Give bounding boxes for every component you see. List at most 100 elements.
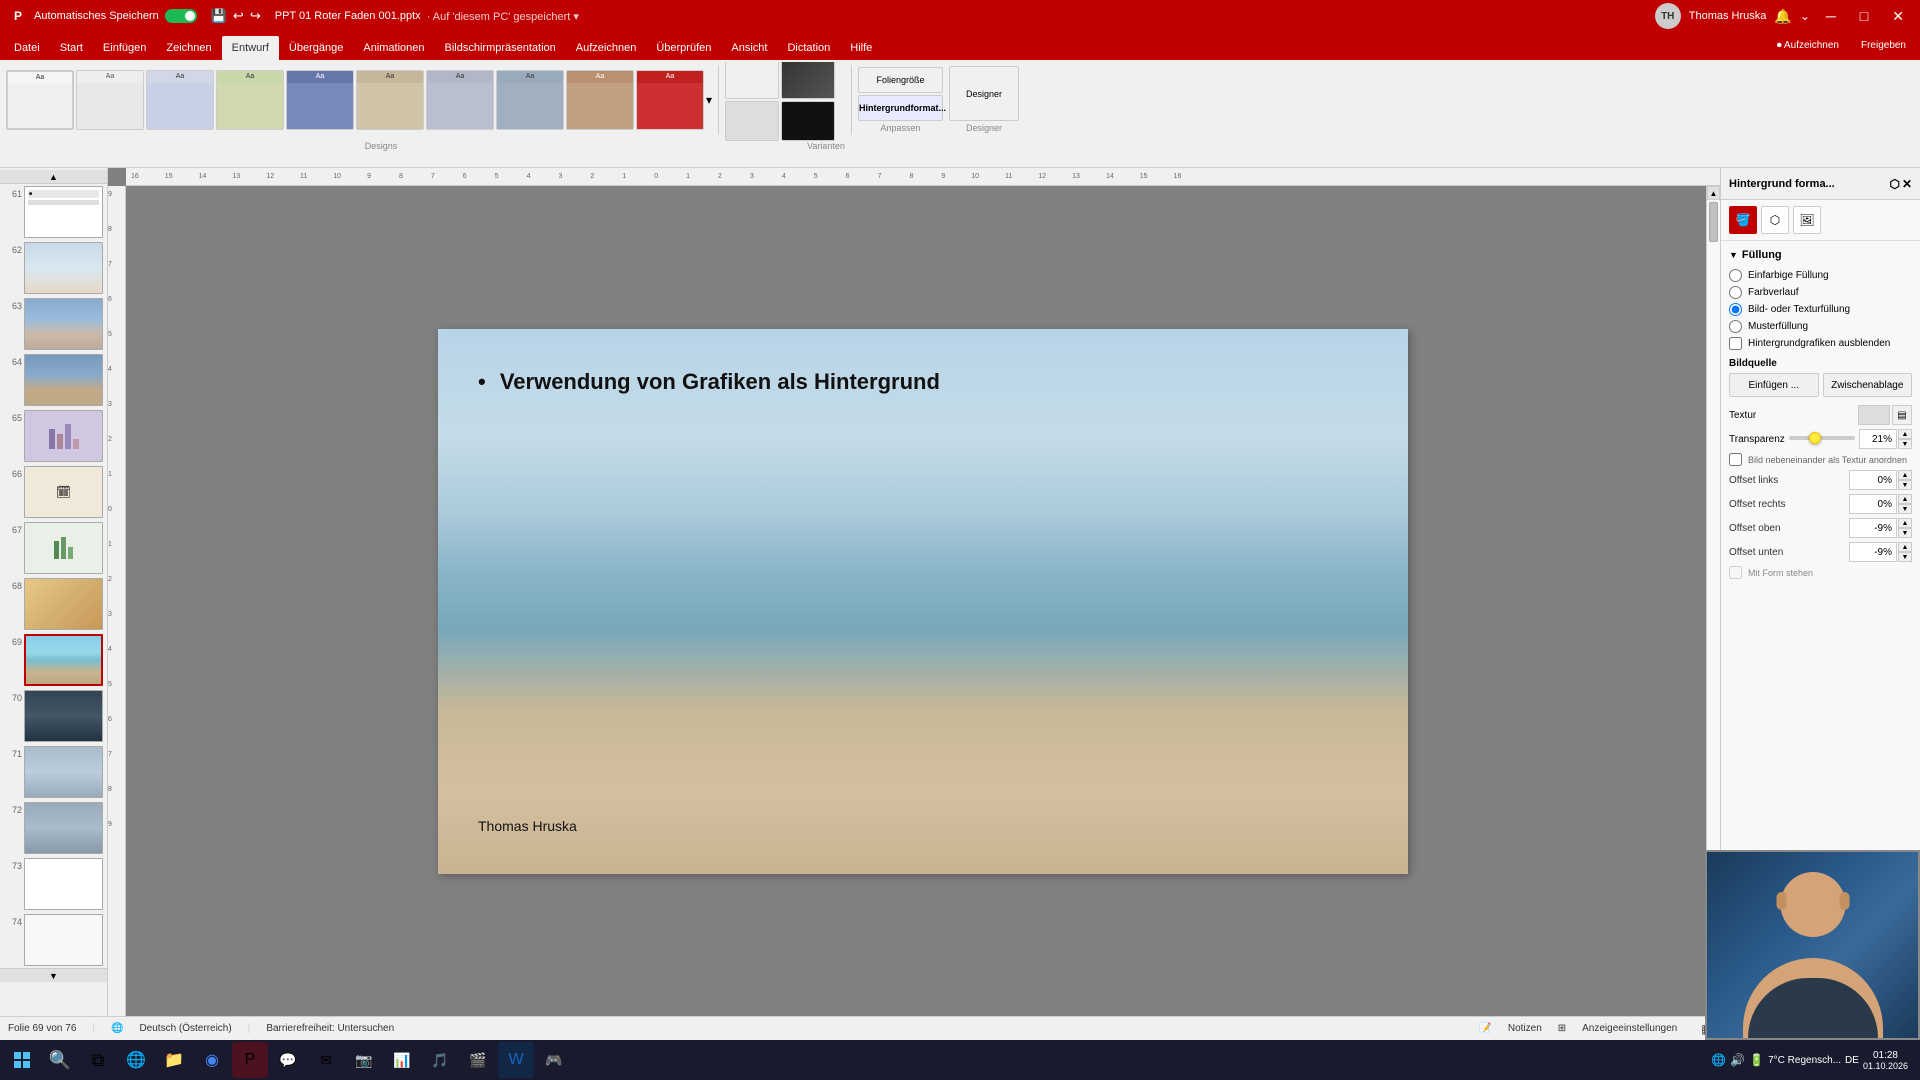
minimize-btn[interactable]: ─ — [1818, 4, 1844, 28]
transparency-down-btn[interactable]: ▼ — [1898, 439, 1912, 449]
texture-options-btn[interactable]: ▤ — [1892, 405, 1912, 425]
slide-item-68[interactable]: 68 — [0, 576, 107, 632]
mail-icon[interactable]: ✉ — [308, 1042, 344, 1078]
variant-1[interactable] — [725, 62, 779, 99]
app-8[interactable]: 📷 — [346, 1042, 382, 1078]
app-13[interactable]: 🎮 — [536, 1042, 572, 1078]
slide-item-64[interactable]: 64 — [0, 352, 107, 408]
panel-close-icon[interactable]: ✕ — [1902, 177, 1912, 191]
tab-hilfe[interactable]: Hilfe — [840, 36, 882, 60]
aufzeichnen-btn[interactable]: ⏺ Aufzeichnen — [1767, 34, 1849, 56]
network-icon[interactable]: 🌐 — [1711, 1053, 1726, 1067]
redo-icon[interactable]: ↪ — [250, 8, 261, 24]
ribbon-collapse-icon[interactable]: ⌄ — [1800, 9, 1810, 23]
maximize-btn[interactable]: □ — [1852, 4, 1876, 28]
designer-btn[interactable]: Designer — [949, 66, 1019, 121]
variant-2[interactable] — [781, 62, 835, 99]
save-icon[interactable]: 💾 — [211, 8, 227, 24]
tab-entwurf[interactable]: Entwurf — [222, 36, 279, 60]
offset-left-down[interactable]: ▼ — [1898, 480, 1912, 490]
variant-3[interactable] — [725, 101, 779, 141]
theme-6[interactable]: Aa — [356, 70, 424, 130]
transparency-slider[interactable] — [1789, 432, 1855, 446]
slide-item-73[interactable]: 73 — [0, 856, 107, 912]
offset-left-input[interactable] — [1849, 470, 1897, 490]
tab-animationen[interactable]: Animationen — [353, 36, 434, 60]
scroll-up-btn[interactable]: ▲ — [1707, 186, 1720, 200]
themes-scroll-down[interactable]: ▾ — [706, 93, 712, 107]
slide-item-63[interactable]: 63 — [0, 296, 107, 352]
search-taskbar-btn[interactable]: 🔍 — [42, 1042, 78, 1078]
tab-start[interactable]: Start — [50, 36, 93, 60]
tab-einfuegen[interactable]: Einfügen — [93, 36, 156, 60]
theme-4[interactable]: Aa — [216, 70, 284, 130]
offset-right-up[interactable]: ▲ — [1898, 494, 1912, 504]
foliengroesse-btn[interactable]: Foliengröße — [858, 67, 943, 93]
tab-ansicht[interactable]: Ansicht — [721, 36, 777, 60]
slide-item-65[interactable]: 65 — [0, 408, 107, 464]
theme-8[interactable]: Aa — [496, 70, 564, 130]
tab-datei[interactable]: Datei — [4, 36, 50, 60]
word-icon[interactable]: W — [498, 1042, 534, 1078]
fill-pattern-option[interactable]: Musterfüllung — [1729, 320, 1912, 333]
slide-item-72[interactable]: 72 — [0, 800, 107, 856]
offset-top-up[interactable]: ▲ — [1898, 518, 1912, 528]
offset-bottom-down[interactable]: ▼ — [1898, 552, 1912, 562]
clock[interactable]: 01:28 01.10.2026 — [1863, 1050, 1908, 1071]
fill-pattern-radio[interactable] — [1729, 320, 1742, 333]
close-btn[interactable]: ✕ — [1884, 4, 1912, 29]
panel-icon-image[interactable]: 🖼 — [1793, 206, 1821, 234]
slide-item-61[interactable]: 61 ■ — [0, 184, 107, 240]
sound-icon[interactable]: 🔊 — [1730, 1053, 1745, 1067]
hide-background-option[interactable]: Hintergrundgrafiken ausblenden — [1729, 337, 1912, 350]
app-11[interactable]: 🎬 — [460, 1042, 496, 1078]
theme-2[interactable]: Aa — [76, 70, 144, 130]
slide-item-66[interactable]: 66 🗓 — [0, 464, 107, 520]
fill-gradient-radio[interactable] — [1729, 286, 1742, 299]
mit-form-checkbox[interactable] — [1729, 566, 1742, 579]
offset-bottom-up[interactable]: ▲ — [1898, 542, 1912, 552]
share-icon[interactable]: 🔔 — [1774, 8, 1791, 25]
app-10[interactable]: 🎵 — [422, 1042, 458, 1078]
tab-bildschirmpraesentation[interactable]: Bildschirmpräsentation — [435, 36, 566, 60]
undo-icon[interactable]: ↩ — [233, 8, 244, 24]
scroll-thumb[interactable] — [1709, 202, 1718, 242]
slide-item-69[interactable]: 69 — [0, 632, 107, 688]
explorer-icon[interactable]: 📁 — [156, 1042, 192, 1078]
accessibility-label[interactable]: Barrierefreiheit: Untersuchen — [266, 1023, 394, 1034]
theme-10[interactable]: Aa — [636, 70, 704, 130]
tile-texture-checkbox[interactable] — [1729, 453, 1742, 466]
offset-top-input[interactable] — [1849, 518, 1897, 538]
slide-title[interactable]: • Verwendung von Grafiken als Hintergrun… — [478, 369, 940, 395]
panel-restore-icon[interactable]: ⬡ — [1889, 177, 1899, 191]
offset-right-input[interactable] — [1849, 494, 1897, 514]
fill-section-header[interactable]: ▼ Füllung — [1729, 249, 1912, 261]
start-btn[interactable] — [4, 1042, 40, 1078]
user-avatar[interactable]: TH — [1655, 3, 1681, 29]
app-9[interactable]: 📊 — [384, 1042, 420, 1078]
fill-solid-option[interactable]: Einfarbige Füllung — [1729, 269, 1912, 282]
weather-label[interactable]: 7°C Regensch... — [1768, 1055, 1841, 1066]
tab-dictation[interactable]: Dictation — [777, 36, 840, 60]
transparency-up-btn[interactable]: ▲ — [1898, 429, 1912, 439]
powerpoint-taskbar-icon[interactable]: P — [232, 1042, 268, 1078]
slide-item-62[interactable]: 62 — [0, 240, 107, 296]
offset-top-down[interactable]: ▼ — [1898, 528, 1912, 538]
freigeben-btn[interactable]: Freigeben — [1851, 34, 1916, 56]
slide-scroll-up[interactable]: ▲ — [0, 170, 107, 184]
variant-4[interactable] — [781, 101, 835, 141]
hintergrund-btn[interactable]: Hintergrundformat... — [858, 95, 943, 121]
theme-1[interactable]: Aa — [6, 70, 74, 130]
autosave-toggle[interactable] — [165, 9, 197, 23]
slide-item-67[interactable]: 67 — [0, 520, 107, 576]
language-tray[interactable]: DE — [1845, 1055, 1859, 1066]
transparency-input[interactable] — [1859, 429, 1897, 449]
tile-texture-option[interactable]: Bild nebeneinander als Textur anordnen — [1729, 453, 1912, 466]
offset-left-up[interactable]: ▲ — [1898, 470, 1912, 480]
slide-item-71[interactable]: 71 — [0, 744, 107, 800]
slide-item-70[interactable]: 70 — [0, 688, 107, 744]
language-indicator[interactable]: 🌐 — [111, 1023, 123, 1034]
hide-background-checkbox[interactable] — [1729, 337, 1742, 350]
edge-icon[interactable]: 🌐 — [118, 1042, 154, 1078]
tab-uebergaenge[interactable]: Übergänge — [279, 36, 353, 60]
